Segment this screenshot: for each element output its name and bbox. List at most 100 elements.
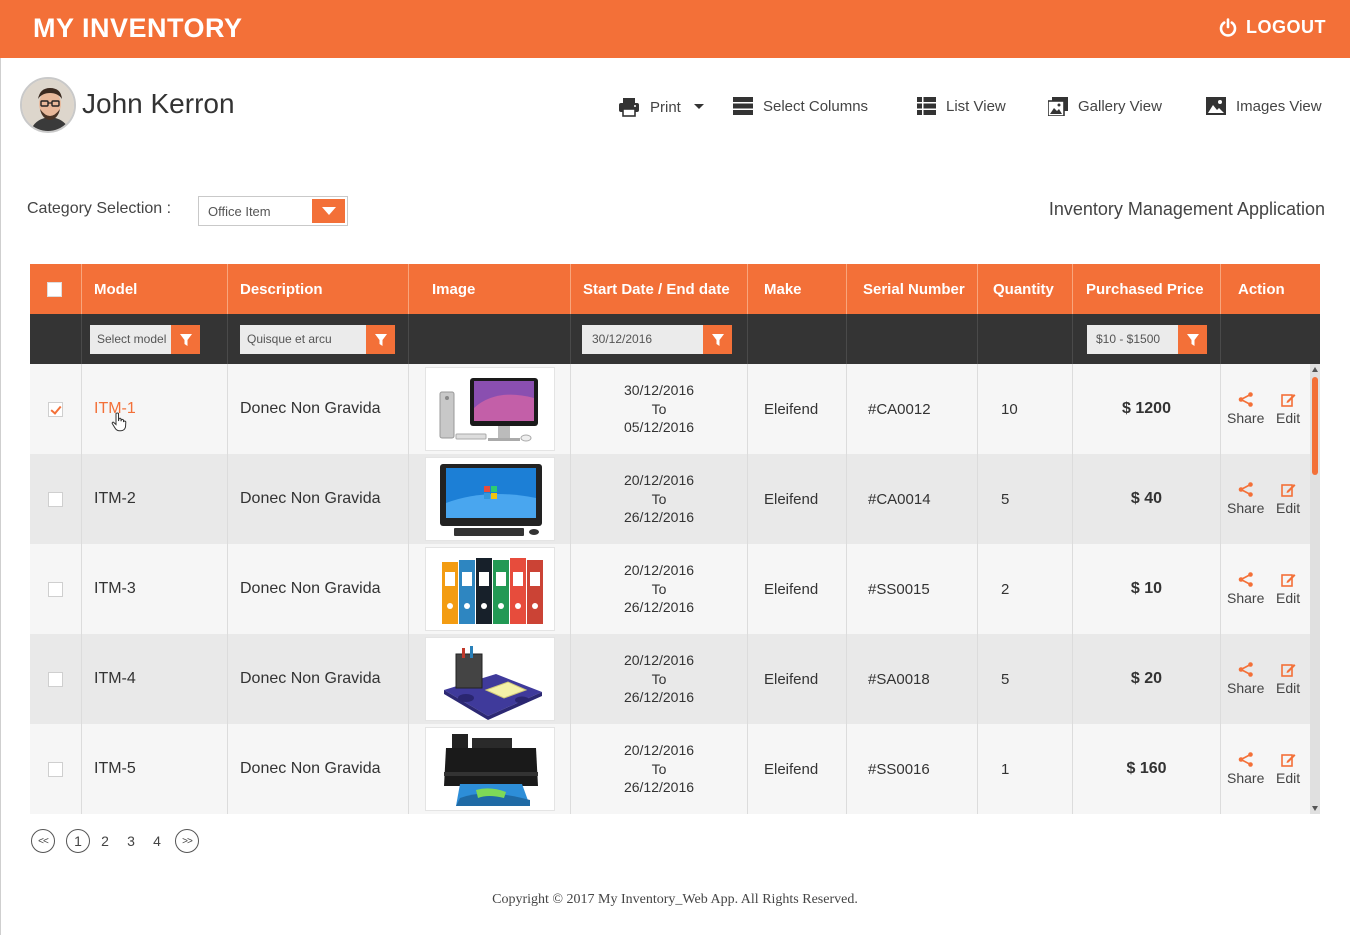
row-checkbox[interactable] [48,672,63,687]
dropdown-arrow-icon[interactable] [312,199,345,223]
model-cell[interactable]: ITM-2 [94,454,136,544]
model-cell[interactable]: ITM-5 [94,724,136,814]
user-photo [22,79,74,131]
date-filter[interactable]: 30/12/2016 [582,325,732,354]
page-1-button[interactable]: 1 [66,829,90,853]
end-date: 26/12/2016 [623,599,695,616]
model-cell[interactable]: ITM-3 [94,544,136,634]
row-checkbox[interactable] [48,492,63,507]
model-cell[interactable]: ITM-4 [94,634,136,724]
description-cell: Donec Non Gravida [240,490,381,507]
avatar[interactable] [20,77,76,133]
edit-button[interactable]: Edit [1276,572,1300,606]
select-columns-label: Select Columns [763,97,869,115]
share-icon [1238,392,1253,407]
edit-button[interactable]: Edit [1276,482,1300,516]
serial-cell: #CA0014 [868,490,931,508]
select-all-checkbox[interactable] [47,282,62,297]
edit-button[interactable]: Edit [1276,752,1300,786]
table-body: ITM-1 Donec Non Gravida 30/12/2016 To 05… [30,364,1320,814]
filter-icon[interactable] [1178,325,1207,354]
serial-cell: #SA0018 [868,670,930,688]
table-row[interactable]: ITM-4 Donec Non Gravida 20/12/2016 To 26… [30,634,1310,724]
col-price[interactable]: Purchased Price [1086,264,1204,314]
product-image-printer[interactable] [425,727,555,811]
hand-cursor-icon [111,412,127,432]
date-range-cell: 20/12/2016 To 26/12/2016 [571,724,747,814]
image-icon [1206,97,1226,115]
first-page-button[interactable]: << [31,829,55,853]
page-2-button[interactable]: 2 [97,829,113,853]
col-description[interactable]: Description [240,264,323,314]
row-checkbox[interactable] [48,402,63,417]
col-quantity[interactable]: Quantity [993,264,1054,314]
table-scrollbar[interactable] [1310,364,1320,814]
serial-cell: #SS0016 [868,760,930,778]
serial-cell: #CA0012 [868,400,931,418]
col-make[interactable]: Make [764,264,802,314]
date-range-cell: 20/12/2016 To 26/12/2016 [571,544,747,634]
col-serial[interactable]: Serial Number [863,264,965,314]
select-columns-button[interactable]: Select Columns [733,97,868,115]
page-3-button[interactable]: 3 [123,829,139,853]
share-button[interactable]: Share [1227,662,1264,696]
col-dates[interactable]: Start Date / End date [583,264,730,314]
model-cell[interactable]: ITM-1 [94,364,136,454]
print-button[interactable]: Print [618,97,705,117]
end-date: 26/12/2016 [623,509,695,526]
filter-icon[interactable] [703,325,732,354]
filter-icon[interactable] [171,325,200,354]
edit-icon [1280,664,1296,677]
col-model[interactable]: Model [94,264,137,314]
edit-button[interactable]: Edit [1276,662,1300,696]
scrollbar-thumb[interactable] [1312,377,1318,475]
row-checkbox[interactable] [48,582,63,597]
product-image-imac[interactable] [425,367,555,451]
product-image-binders[interactable] [425,547,555,631]
edit-label: Edit [1276,590,1301,606]
page-4-button[interactable]: 4 [149,829,165,853]
category-select[interactable]: Office Item [198,196,348,226]
filter-bar: Select model Quisque et arcu 30/12/2016 … [30,314,1320,364]
date-separator: To [651,400,667,417]
product-image-desktop[interactable] [425,457,555,541]
row-checkbox[interactable] [48,762,63,777]
product-image-desk-organizer[interactable] [425,637,555,721]
print-label: Print [650,98,681,116]
make-cell: Eleifend [764,580,819,598]
list-view-button[interactable]: List View [917,97,1006,115]
last-page-button[interactable]: >> [175,829,199,853]
images-view-button[interactable]: Images View [1206,97,1322,115]
category-value: Office Item [208,204,271,219]
share-button[interactable]: Share [1227,482,1264,516]
make-cell: Eleifend [764,670,819,688]
scroll-up-arrow-icon[interactable] [1312,367,1318,372]
model-filter[interactable]: Select model [90,325,200,354]
price-cell: $ 160 [1126,760,1167,777]
price-cell: $ 10 [1130,580,1163,597]
edit-button[interactable]: Edit [1276,392,1300,426]
footer-copyright: Copyright © 2017 My Inventory_Web App. A… [492,892,858,907]
edit-label: Edit [1276,410,1301,426]
logout-button[interactable]: LOGOUT [1218,17,1326,38]
share-button[interactable]: Share [1227,392,1264,426]
end-date: 05/12/2016 [623,419,695,436]
logout-label: LOGOUT [1246,17,1326,37]
table-row[interactable]: ITM-3 Donec Non Gravida 20/12/2016 To 26… [30,544,1310,634]
share-label: Share [1227,680,1265,696]
columns-icon [733,97,753,115]
share-button[interactable]: Share [1227,572,1264,606]
filter-icon[interactable] [366,325,395,354]
share-button[interactable]: Share [1227,752,1264,786]
table-row[interactable]: ITM-1 Donec Non Gravida 30/12/2016 To 05… [30,364,1310,454]
scroll-down-arrow-icon[interactable] [1312,806,1318,811]
end-date: 26/12/2016 [623,779,695,796]
model-filter-value: Select model [97,332,167,346]
date-separator: To [651,670,667,687]
price-filter[interactable]: $10 - $1500 [1087,325,1207,354]
table-row[interactable]: ITM-5 Donec Non Gravida 20/12/2016 To 26… [30,724,1310,814]
gallery-view-button[interactable]: Gallery View [1048,97,1162,116]
description-filter[interactable]: Quisque et arcu [240,325,395,354]
date-filter-value: 30/12/2016 [592,332,653,346]
table-row[interactable]: ITM-2 Donec Non Gravida 20/12/2016 To 26… [30,454,1310,544]
